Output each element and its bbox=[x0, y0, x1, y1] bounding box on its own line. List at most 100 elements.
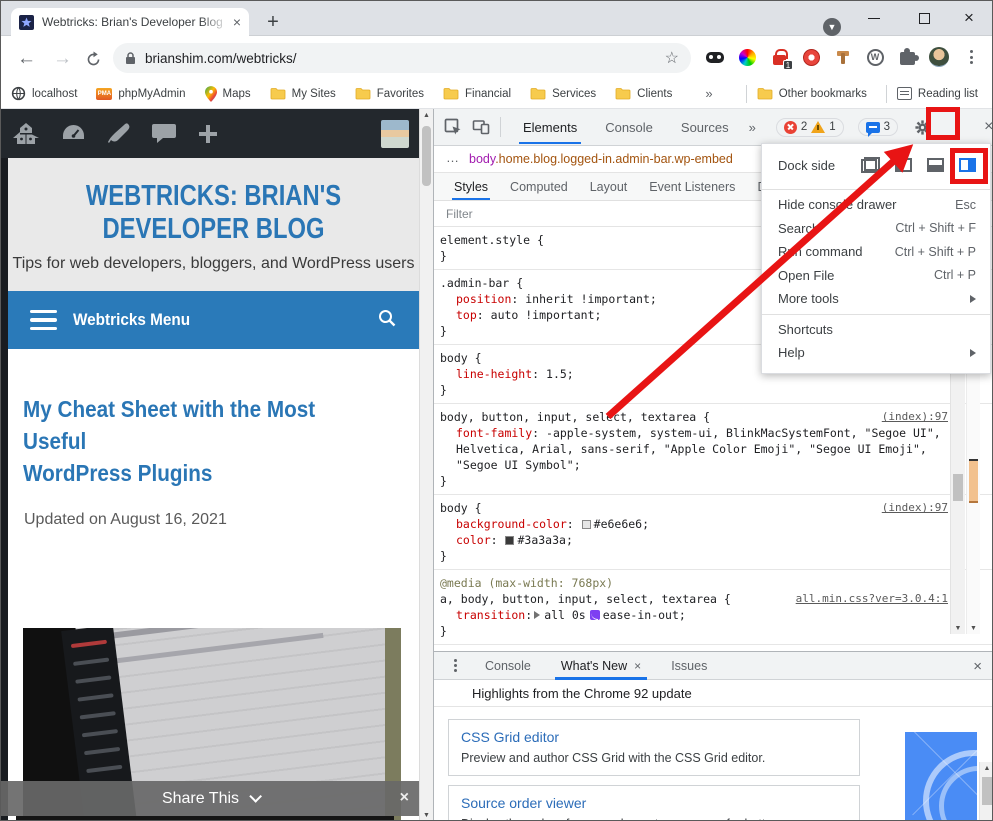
site-menu-bar[interactable]: Webtricks Menu bbox=[8, 291, 419, 349]
inspect-element-icon[interactable] bbox=[444, 118, 462, 136]
subtab-styles[interactable]: Styles bbox=[452, 174, 490, 199]
share-close-icon[interactable]: × bbox=[400, 789, 409, 807]
css-rule-body-colors[interactable]: (index):97 body { background-color: #e6e… bbox=[434, 495, 993, 570]
breadcrumb[interactable]: body.home.blog.logged-in.admin-bar.wp-em… bbox=[469, 152, 733, 166]
forward-button[interactable]: → bbox=[53, 49, 72, 68]
address-bar[interactable]: brianshim.com/webtricks/ ☆ bbox=[113, 43, 691, 73]
devtools-tab-elements[interactable]: Elements bbox=[519, 111, 581, 143]
chrome-update-icon[interactable]: ▼ bbox=[823, 18, 841, 36]
bookmark-folder-favorites[interactable]: Favorites bbox=[355, 87, 424, 100]
device-toolbar-icon[interactable] bbox=[472, 118, 490, 136]
scroll-down-arrow-icon[interactable]: ▼ bbox=[955, 625, 962, 632]
share-this-bar[interactable]: Share This × bbox=[1, 781, 419, 816]
drawer-tab-console[interactable]: Console bbox=[483, 653, 533, 679]
devtools-tab-console[interactable]: Console bbox=[601, 111, 657, 143]
scroll-down-arrow-icon[interactable]: ▼ bbox=[970, 625, 977, 632]
drawer-tab-issues[interactable]: Issues bbox=[669, 653, 709, 679]
drawer-scrollbar[interactable]: ▲ ▼ bbox=[979, 762, 993, 821]
camera-extension-icon[interactable] bbox=[801, 47, 821, 67]
menu-item-shortcuts[interactable]: Shortcuts bbox=[762, 318, 990, 342]
other-bookmarks[interactable]: Other bookmarks bbox=[757, 87, 867, 100]
page-scrollbar[interactable]: ▲ ▼ bbox=[419, 109, 433, 821]
window-maximize-button[interactable] bbox=[909, 5, 939, 31]
subtab-computed[interactable]: Computed bbox=[508, 174, 570, 199]
color-wheel-extension-icon[interactable] bbox=[737, 47, 757, 67]
article-title[interactable]: My Cheat Sheet with the Most Useful Word… bbox=[23, 393, 383, 489]
scrollbar-thumb-highlight[interactable] bbox=[969, 459, 978, 503]
hammer-extension-icon[interactable] bbox=[833, 47, 853, 67]
subtab-event-listeners[interactable]: Event Listeners bbox=[647, 174, 737, 199]
scrollbar-thumb[interactable] bbox=[982, 777, 992, 805]
bookmark-folder-services[interactable]: Services bbox=[530, 87, 596, 100]
site-title[interactable]: WEBTRICKS: BRIAN'S DEVELOPER BLOG bbox=[45, 180, 382, 246]
cubic-bezier-icon[interactable] bbox=[590, 610, 600, 620]
lock-extension-icon[interactable]: 1 bbox=[769, 47, 789, 67]
window-minimize-button[interactable] bbox=[859, 5, 889, 31]
chevron-down-icon[interactable] bbox=[249, 790, 262, 803]
site-search-icon[interactable] bbox=[377, 308, 397, 333]
bookmark-maps[interactable]: Maps bbox=[205, 86, 251, 102]
lock-icon[interactable] bbox=[125, 52, 136, 65]
card-title-link[interactable]: Source order viewer bbox=[461, 795, 847, 811]
scrollbar-thumb[interactable] bbox=[422, 126, 431, 186]
subtab-layout[interactable]: Layout bbox=[588, 174, 630, 199]
scroll-up-arrow-icon[interactable]: ▲ bbox=[423, 112, 430, 119]
drawer-close-icon[interactable]: × bbox=[973, 658, 982, 675]
drawer-tab-whats-new[interactable]: What's New× bbox=[559, 653, 643, 679]
wave-extension-icon[interactable]: W bbox=[865, 47, 885, 67]
wp-new-plus-icon[interactable] bbox=[196, 122, 220, 146]
filter-input[interactable]: Filter bbox=[446, 207, 473, 221]
menu-item-open-file[interactable]: Open FileCtrl + P bbox=[762, 264, 990, 288]
share-this-label[interactable]: Share This bbox=[162, 790, 239, 808]
hamburger-icon[interactable] bbox=[30, 310, 57, 331]
reload-button[interactable] bbox=[85, 51, 102, 72]
css-rule-media-transition[interactable]: @media (max-width: 768px) all.min.css?ve… bbox=[434, 570, 993, 645]
wp-dashboard-icon[interactable] bbox=[60, 122, 87, 146]
bookmark-folder-financial[interactable]: Financial bbox=[443, 87, 511, 100]
window-close-button[interactable]: × bbox=[954, 5, 984, 31]
devtools-tab-sources[interactable]: Sources bbox=[677, 111, 733, 143]
wp-comments-icon[interactable] bbox=[151, 122, 177, 145]
browser-menu-icon[interactable] bbox=[961, 47, 981, 67]
reading-list-button[interactable]: Reading list bbox=[897, 87, 978, 100]
bookmark-star-icon[interactable]: ☆ bbox=[665, 48, 679, 68]
menu-item-search[interactable]: SearchCtrl + Shift + F bbox=[762, 217, 990, 241]
card-title-link[interactable]: CSS Grid editor bbox=[461, 729, 847, 745]
bookmark-localhost[interactable]: localhost bbox=[11, 86, 77, 101]
bookmark-folder-clients[interactable]: Clients bbox=[615, 87, 672, 100]
more-tabs-chevron[interactable]: » bbox=[749, 120, 756, 135]
tab-close-icon[interactable]: × bbox=[634, 659, 641, 673]
bookmark-phpmyadmin[interactable]: PMA phpMyAdmin bbox=[96, 88, 185, 100]
extensions-puzzle-icon[interactable] bbox=[897, 47, 917, 67]
url-text[interactable]: brianshim.com/webtricks/ bbox=[145, 51, 665, 66]
menu-label[interactable]: Webtricks Menu bbox=[73, 310, 190, 330]
css-rule-fontfamily[interactable]: (index):97 body, button, input, select, … bbox=[434, 404, 993, 495]
css-source-link[interactable]: (index):97 bbox=[882, 409, 948, 425]
errors-warnings-badge[interactable]: 2 1 bbox=[776, 118, 844, 137]
bookmarks-overflow-chevron[interactable]: » bbox=[705, 86, 712, 101]
menu-item-more-tools[interactable]: More tools bbox=[762, 287, 990, 311]
scroll-up-arrow-icon[interactable]: ▲ bbox=[984, 765, 991, 772]
wp-user-avatar[interactable] bbox=[381, 120, 409, 148]
scroll-down-arrow-icon[interactable]: ▼ bbox=[423, 812, 430, 819]
back-button[interactable]: ← bbox=[17, 49, 36, 68]
menu-item-hide-console-drawer[interactable]: Hide console drawerEsc bbox=[762, 193, 990, 217]
whats-new-card-css-grid[interactable]: CSS Grid editor Preview and author CSS G… bbox=[448, 719, 860, 776]
profile-avatar[interactable] bbox=[929, 47, 949, 67]
breadcrumb-ellipsis[interactable]: … bbox=[446, 150, 459, 165]
devtools-close-icon[interactable]: × bbox=[984, 118, 993, 136]
wp-my-sites-icon[interactable] bbox=[11, 122, 41, 146]
css-source-link[interactable]: (index):97 bbox=[882, 500, 948, 516]
dock-bottom-icon[interactable] bbox=[927, 158, 944, 172]
mask-extension-icon[interactable] bbox=[705, 47, 725, 67]
bookmark-folder-my-sites[interactable]: My Sites bbox=[270, 87, 336, 100]
new-tab-button[interactable]: + bbox=[261, 10, 285, 34]
drawer-menu-icon[interactable] bbox=[454, 659, 457, 672]
wp-customize-brush-icon[interactable] bbox=[106, 122, 132, 146]
tab-close-icon[interactable]: × bbox=[233, 15, 241, 29]
menu-item-help[interactable]: Help bbox=[762, 341, 990, 365]
browser-tab[interactable]: Webtricks: Brian's Developer Blog × bbox=[11, 8, 249, 36]
css-source-link[interactable]: all.min.css?ver=3.0.4:1 bbox=[796, 591, 948, 607]
whats-new-card-source-order[interactable]: Source order viewer Display the order of… bbox=[448, 785, 860, 821]
scrollbar-thumb[interactable] bbox=[953, 474, 963, 501]
